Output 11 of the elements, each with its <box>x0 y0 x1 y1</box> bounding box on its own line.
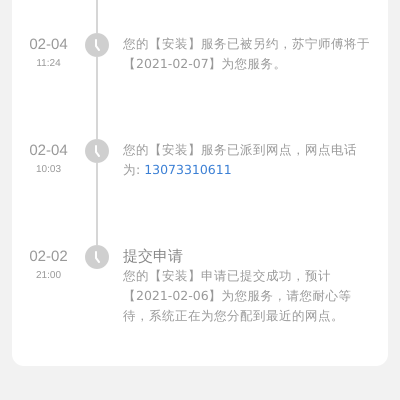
event-message: 您的【安装】服务已派到网点，网点电话为: 13073310611 <box>123 141 358 179</box>
time-label: 21:00 <box>36 270 62 281</box>
event-title: 提交申请 <box>123 246 183 266</box>
event-message: 您的【安装】服务已被另约，苏宁师傅将于【2021-02-07】为您服务。 <box>123 35 371 73</box>
phone-link[interactable]: 13073310611 <box>144 162 232 177</box>
date-label: 02-02 <box>29 248 68 266</box>
event-message: 您的【安装】申请已提交成功，预计【2021-02-06】为您服务，请您耐心等待，系统正在为您分配到最近的网点。 <box>123 267 353 325</box>
date-label: 02-04 <box>29 36 68 54</box>
time-label: 10:03 <box>36 164 62 175</box>
time-label: 11:24 <box>36 58 61 69</box>
date-label: 02-04 <box>29 142 68 160</box>
